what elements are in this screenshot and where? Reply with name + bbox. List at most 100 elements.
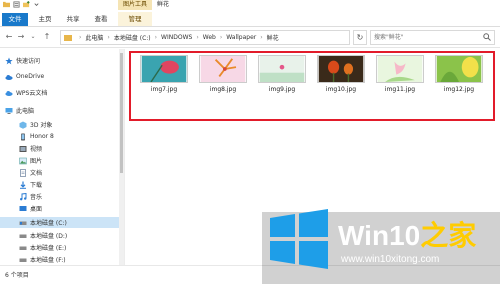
up-arrow-icon[interactable]: ↑	[42, 32, 52, 42]
sidebar-item-label: 快速访问	[16, 58, 41, 65]
thumbnail-grid: img7.jpg img8.jpg img9.jpg img10.jpg img…	[138, 55, 488, 105]
sidebar-item-local-disk-c[interactable]: 本地磁盘 (C:)	[0, 217, 124, 228]
sidebar-item-local-disk-e[interactable]: 本地磁盘 (E:)	[0, 242, 124, 253]
sidebar-scrollbar[interactable]	[119, 49, 124, 265]
window-title: 鲜花	[157, 1, 170, 8]
search-icon[interactable]	[483, 33, 491, 41]
sidebar-item-label: 本地磁盘 (C:)	[30, 220, 67, 227]
breadcrumb-separator-icon: ›	[219, 34, 223, 41]
breadcrumb-separator-icon: ›	[107, 34, 110, 41]
folder-icon	[64, 35, 72, 41]
sidebar-item-honor-8[interactable]: Honor 8	[0, 131, 124, 142]
forward-arrow-icon[interactable]: →	[16, 32, 26, 42]
watermark-brand: Win10之家	[338, 214, 476, 254]
win10-watermark: Win10之家 www.win10xitong.com	[268, 208, 500, 284]
sidebar-item-label: 文档	[30, 170, 43, 177]
desktop-icon	[19, 205, 27, 211]
drive-icon	[19, 258, 27, 262]
sidebar-item-label: 桌面	[30, 206, 43, 213]
file-item-img10[interactable]: img10.jpg	[315, 55, 367, 93]
folder-icon[interactable]	[3, 1, 10, 8]
sidebar-item-documents[interactable]: 文档	[0, 167, 124, 178]
back-arrow-icon[interactable]: ←	[4, 32, 14, 42]
sidebar-item-wps-cloud[interactable]: WPS云文档	[0, 87, 124, 98]
sidebar-item-videos[interactable]: 视频	[0, 143, 124, 154]
sidebar-item-local-disk-f[interactable]: 本地磁盘 (F:)	[0, 254, 124, 265]
picture-tools-label: 图片工具	[118, 0, 152, 10]
breadcrumb-windows[interactable]: WINDOWS	[161, 34, 192, 41]
image-thumbnail	[317, 55, 365, 83]
sidebar-item-label: Honor 8	[30, 133, 54, 140]
refresh-icon[interactable]: ↻	[353, 30, 367, 45]
recent-locations-chevron-icon[interactable]: ⌄	[28, 32, 38, 42]
tab-home[interactable]: 主页	[34, 12, 56, 26]
brand-main: Win10	[338, 220, 421, 251]
sidebar-item-pictures[interactable]: 图片	[0, 155, 124, 166]
breadcrumb-separator-icon: ›	[260, 34, 263, 41]
file-item-img9[interactable]: img9.jpg	[256, 55, 308, 93]
sidebar-item-label: 音乐	[30, 194, 43, 201]
search-box[interactable]	[370, 30, 495, 45]
brand-suffix: 之家	[420, 220, 477, 251]
tab-view[interactable]: 查看	[90, 12, 112, 26]
breadcrumb-separator-icon: ›	[154, 34, 158, 41]
sidebar-item-label: 下载	[30, 182, 43, 189]
breadcrumb-separator-icon: ›	[196, 34, 199, 41]
tab-manage[interactable]: 管理	[118, 12, 152, 26]
file-item-img12[interactable]: img12.jpg	[433, 55, 485, 93]
file-explorer-window: 图片工具 鲜花 文件 主页 共享 查看 管理 ← → ⌄ ↑ › 此电脑 › 本…	[0, 0, 500, 284]
image-thumbnail	[140, 55, 188, 83]
tab-file[interactable]: 文件	[2, 13, 28, 26]
sidebar-item-onedrive[interactable]: OneDrive	[0, 71, 124, 82]
title-bar: 图片工具 鲜花	[0, 0, 500, 10]
star-icon	[5, 57, 13, 64]
file-item-img8[interactable]: img8.jpg	[197, 55, 249, 93]
sidebar-item-label: 本地磁盘 (E:)	[30, 245, 67, 252]
file-name: img11.jpg	[384, 86, 416, 93]
item-count: 6 个项目	[5, 272, 29, 279]
tab-share[interactable]: 共享	[62, 12, 84, 26]
music-icon	[20, 192, 27, 200]
image-thumbnail	[435, 55, 483, 83]
sidebar-item-label: 3D 对象	[30, 122, 53, 129]
breadcrumb-wallpaper[interactable]: Wallpaper	[226, 34, 256, 41]
sidebar-item-3d-objects[interactable]: 3D 对象	[0, 119, 124, 130]
sidebar-item-downloads[interactable]: 下载	[0, 179, 124, 190]
chevron-down-icon[interactable]	[33, 1, 40, 8]
file-item-img11[interactable]: img11.jpg	[374, 55, 426, 93]
drive-icon	[19, 234, 27, 238]
file-name: img12.jpg	[443, 86, 475, 93]
navigation-pane: 快速访问 OneDrive WPS云文档 此电脑 3D 对象 Honor 8 视…	[0, 49, 125, 265]
scrollbar-thumb[interactable]	[120, 53, 123, 173]
image-thumbnail	[199, 55, 247, 83]
properties-icon[interactable]	[13, 1, 20, 8]
file-name: img10.jpg	[325, 86, 357, 93]
sidebar-item-label: OneDrive	[16, 73, 45, 80]
sidebar-item-label: WPS云文档	[16, 90, 48, 97]
sidebar-item-quick-access[interactable]: 快速访问	[0, 55, 124, 66]
sidebar-item-label: 图片	[30, 158, 43, 165]
document-icon	[20, 168, 26, 177]
cloud-icon	[5, 74, 13, 80]
search-input[interactable]	[371, 31, 481, 44]
breadcrumb-separator-icon: ›	[79, 34, 82, 41]
new-folder-icon[interactable]	[23, 1, 30, 8]
breadcrumb-flowers[interactable]: 鲜花	[267, 33, 279, 42]
navigation-bar: ← → ⌄ ↑ › 此电脑 › 本地磁盘 (C:) › WINDOWS › We…	[0, 27, 500, 48]
sidebar-item-this-pc[interactable]: 此电脑	[0, 105, 124, 116]
breadcrumb-web[interactable]: Web	[203, 34, 216, 41]
address-bar[interactable]: › 此电脑 › 本地磁盘 (C:) › WINDOWS › Web › Wall…	[60, 30, 350, 45]
windows-logo-icon	[270, 209, 328, 269]
drive-icon	[19, 221, 27, 225]
file-name: img8.jpg	[209, 86, 237, 93]
sidebar-item-desktop[interactable]: 桌面	[0, 203, 124, 214]
sidebar-item-local-disk-d[interactable]: 本地磁盘 (D:)	[0, 230, 124, 241]
drive-icon	[19, 246, 27, 250]
file-item-img7[interactable]: img7.jpg	[138, 55, 190, 93]
breadcrumb-local-disk-c[interactable]: 本地磁盘 (C:)	[114, 33, 151, 42]
download-icon	[20, 181, 26, 189]
breadcrumb-this-pc[interactable]: 此电脑	[85, 33, 103, 42]
sidebar-item-music[interactable]: 音乐	[0, 191, 124, 202]
sidebar-item-label: 本地磁盘 (F:)	[30, 257, 66, 264]
image-icon	[19, 157, 27, 164]
